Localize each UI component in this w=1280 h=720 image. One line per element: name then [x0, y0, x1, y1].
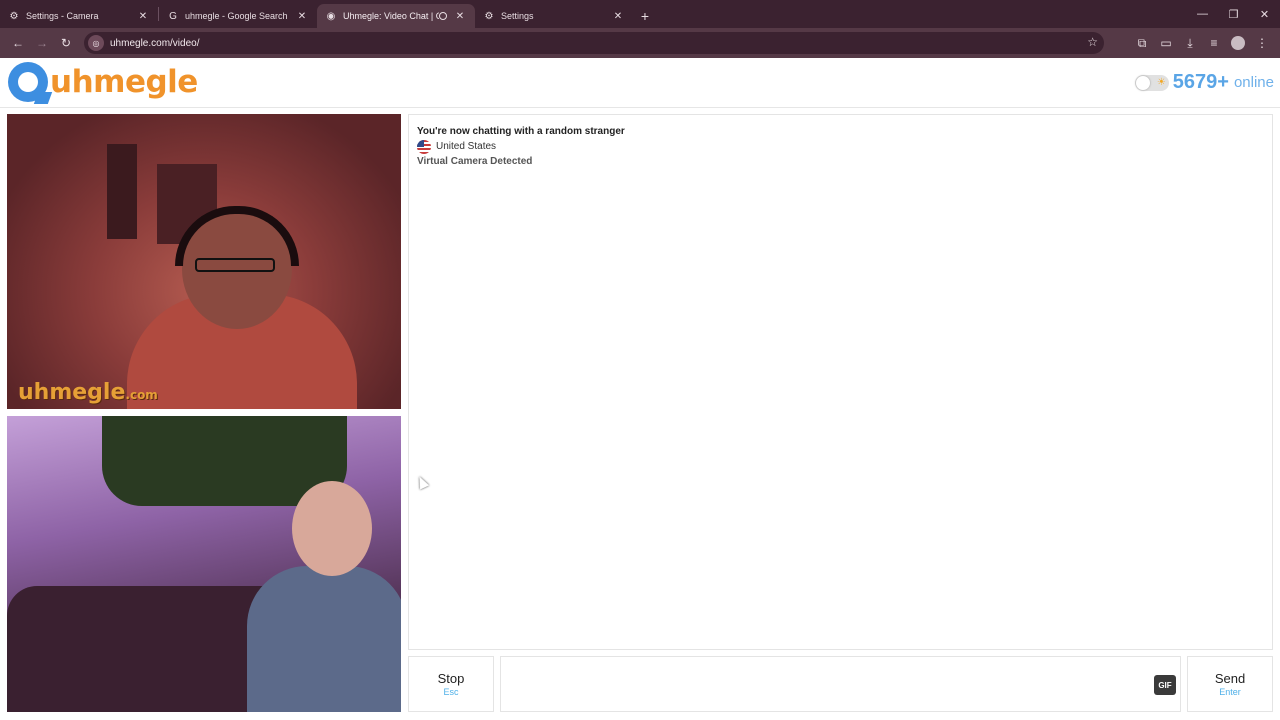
gear-icon: ⚙ [484, 10, 494, 22]
self-video [7, 416, 401, 712]
gif-button[interactable]: GIF [1154, 675, 1176, 695]
stop-shortcut: Esc [443, 687, 459, 697]
forward-arrow-icon[interactable]: → [30, 31, 54, 55]
person-silhouette [247, 566, 401, 712]
google-icon: G [169, 10, 177, 22]
cast-icon[interactable]: ▭ [1154, 31, 1178, 55]
chat-log: You're now chatting with a random strang… [408, 114, 1273, 650]
stop-label: Stop [437, 671, 465, 686]
tab-uhmegle-video[interactable]: ◉ Uhmegle: Video Chat | Ome ✕ [317, 4, 475, 28]
tab-google-search[interactable]: G uhmegle - Google Search ✕ [159, 4, 317, 28]
tab-settings-camera[interactable]: ⚙ Settings - Camera ✕ [0, 4, 158, 28]
close-tab-icon[interactable]: ✕ [453, 11, 467, 22]
media-control-icon[interactable]: ≡ [1202, 31, 1226, 55]
sun-icon: ☀ [1156, 76, 1166, 88]
theme-toggle[interactable]: ☀ [1134, 74, 1169, 91]
tab-label: Settings [501, 11, 534, 21]
back-arrow-icon[interactable]: ← [6, 31, 30, 55]
logo-text: uhmegle [50, 64, 198, 100]
person-silhouette [292, 481, 372, 576]
new-tab-button[interactable]: + [633, 4, 657, 28]
menu-dots-icon[interactable]: ⋮ [1250, 31, 1274, 55]
site-logo[interactable]: uhmegle [8, 62, 198, 102]
close-tab-icon[interactable]: ✕ [295, 11, 309, 22]
minimize-icon[interactable]: — [1187, 0, 1218, 28]
gear-icon: ⚙ [9, 10, 19, 22]
virtual-camera-warning: Virtual Camera Detected [417, 156, 533, 167]
country-name: United States [436, 141, 497, 152]
browser-tab-bar: ⚙ Settings - Camera ✕ G uhmegle - Google… [0, 0, 1280, 28]
recording-icon [439, 12, 447, 20]
online-indicator: ☀ 5679+ online [1134, 71, 1274, 94]
tab-settings[interactable]: ⚙ Settings ✕ [475, 4, 633, 28]
browser-toolbar: ← → ↻ ◎ uhmegle.com/video/ ☆ ⧉ ▭ ⤓ ≡ ⋮ [0, 28, 1280, 58]
profile-avatar[interactable] [1231, 36, 1245, 50]
uhmegle-watermark: uhmegle.com [18, 380, 158, 405]
bookmark-star-icon[interactable]: ☆ [1087, 35, 1098, 49]
url-text: uhmegle.com/video/ [110, 37, 200, 49]
restore-icon[interactable]: ❐ [1218, 0, 1249, 28]
close-window-icon[interactable]: ✕ [1249, 0, 1280, 28]
watermark-suffix: .com [125, 388, 158, 402]
close-tab-icon[interactable]: ✕ [136, 11, 150, 22]
message-input[interactable]: GIF [500, 656, 1181, 712]
chat-status-message: You're now chatting with a random strang… [417, 126, 625, 137]
send-label: Send [1214, 671, 1246, 686]
site-header: uhmegle ☀ 5679+ online [0, 58, 1280, 108]
close-tab-icon[interactable]: ✕ [611, 11, 625, 22]
chat-bubble-logo-icon [8, 62, 48, 102]
address-bar[interactable]: ◎ uhmegle.com/video/ ☆ [84, 32, 1104, 54]
video-frame-decor [107, 144, 137, 239]
extensions-icon[interactable]: ⧉ [1130, 31, 1154, 55]
online-count: 5679+ [1172, 71, 1229, 93]
stop-button[interactable]: Stop Esc [408, 656, 494, 712]
tab-label: uhmegle - Google Search [185, 11, 288, 21]
download-icon[interactable]: ⤓ [1178, 31, 1202, 55]
send-button[interactable]: Send Enter [1187, 656, 1273, 712]
reload-icon[interactable]: ↻ [54, 31, 78, 55]
tab-label: Uhmegle: Video Chat | Ome [343, 11, 439, 21]
site-info-icon[interactable]: ◎ [88, 35, 104, 51]
us-flag-icon [417, 140, 431, 154]
toggle-knob [1135, 75, 1150, 90]
send-shortcut: Enter [1219, 687, 1241, 697]
window-controls: — ❐ ✕ [1187, 0, 1280, 28]
toolbar-actions: ⧉ ▭ ⤓ ≡ ⋮ [1130, 31, 1274, 55]
watermark-text: uhmegle [18, 380, 126, 405]
stranger-country: United States [417, 139, 1264, 155]
stranger-video: uhmegle.com [7, 114, 401, 409]
online-label: online [1233, 74, 1274, 91]
glasses-shape [195, 258, 275, 272]
uhmegle-icon: ◉ [326, 10, 336, 22]
tab-label: Settings - Camera [26, 11, 99, 21]
